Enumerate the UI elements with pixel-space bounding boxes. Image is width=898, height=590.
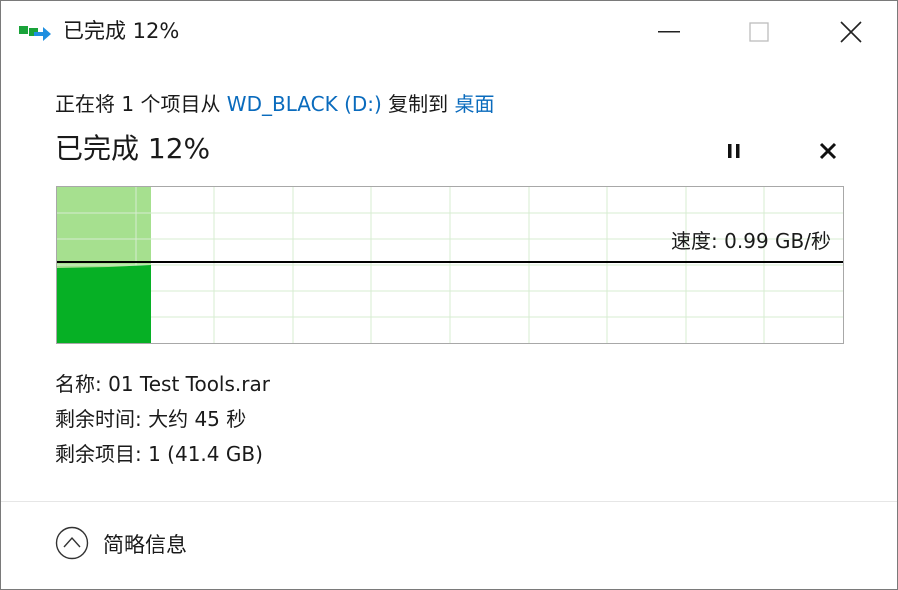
copy-progress-window: 已完成 12% 正在将 1 个项目从 WD_BLACK (D:) 复制到 桌面 …	[0, 0, 898, 590]
speed-graph-canvas	[57, 187, 843, 343]
speed-area	[57, 265, 151, 343]
fewer-details-label: 简略信息	[103, 533, 187, 557]
progress-status: 已完成 12%	[55, 132, 211, 165]
time-remaining: 剩余时间: 大约 45 秒	[55, 407, 247, 431]
graph-grid	[57, 187, 843, 343]
copy-description: 正在将 1 个项目从 WD_BLACK (D:) 复制到 桌面	[55, 89, 495, 119]
maximize-icon	[749, 22, 769, 42]
pause-icon	[728, 144, 740, 158]
desc-middle: 复制到	[381, 92, 455, 116]
pause-button[interactable]	[717, 137, 751, 165]
close-icon	[840, 21, 862, 43]
maximize-button[interactable]	[729, 11, 789, 53]
cancel-button[interactable]	[811, 137, 845, 165]
copy-files-icon	[19, 23, 53, 43]
desc-prefix: 正在将 1 个项目从	[55, 92, 227, 116]
cancel-icon	[819, 142, 837, 160]
destination-link[interactable]: 桌面	[455, 92, 495, 116]
window-title: 已完成 12%	[63, 19, 180, 43]
close-window-button[interactable]	[821, 11, 881, 53]
items-remaining: 剩余项目: 1 (41.4 GB)	[55, 442, 263, 466]
speed-graph: 速度: 0.99 GB/秒	[56, 186, 844, 344]
chevron-up-icon	[55, 526, 89, 560]
speed-label: 速度: 0.99 GB/秒	[671, 229, 831, 253]
source-link[interactable]: WD_BLACK (D:)	[227, 92, 382, 116]
file-name: 名称: 01 Test Tools.rar	[55, 372, 270, 396]
minimize-button[interactable]	[639, 11, 699, 53]
minimize-icon	[658, 31, 680, 33]
title-bar[interactable]: 已完成 12%	[1, 1, 897, 63]
